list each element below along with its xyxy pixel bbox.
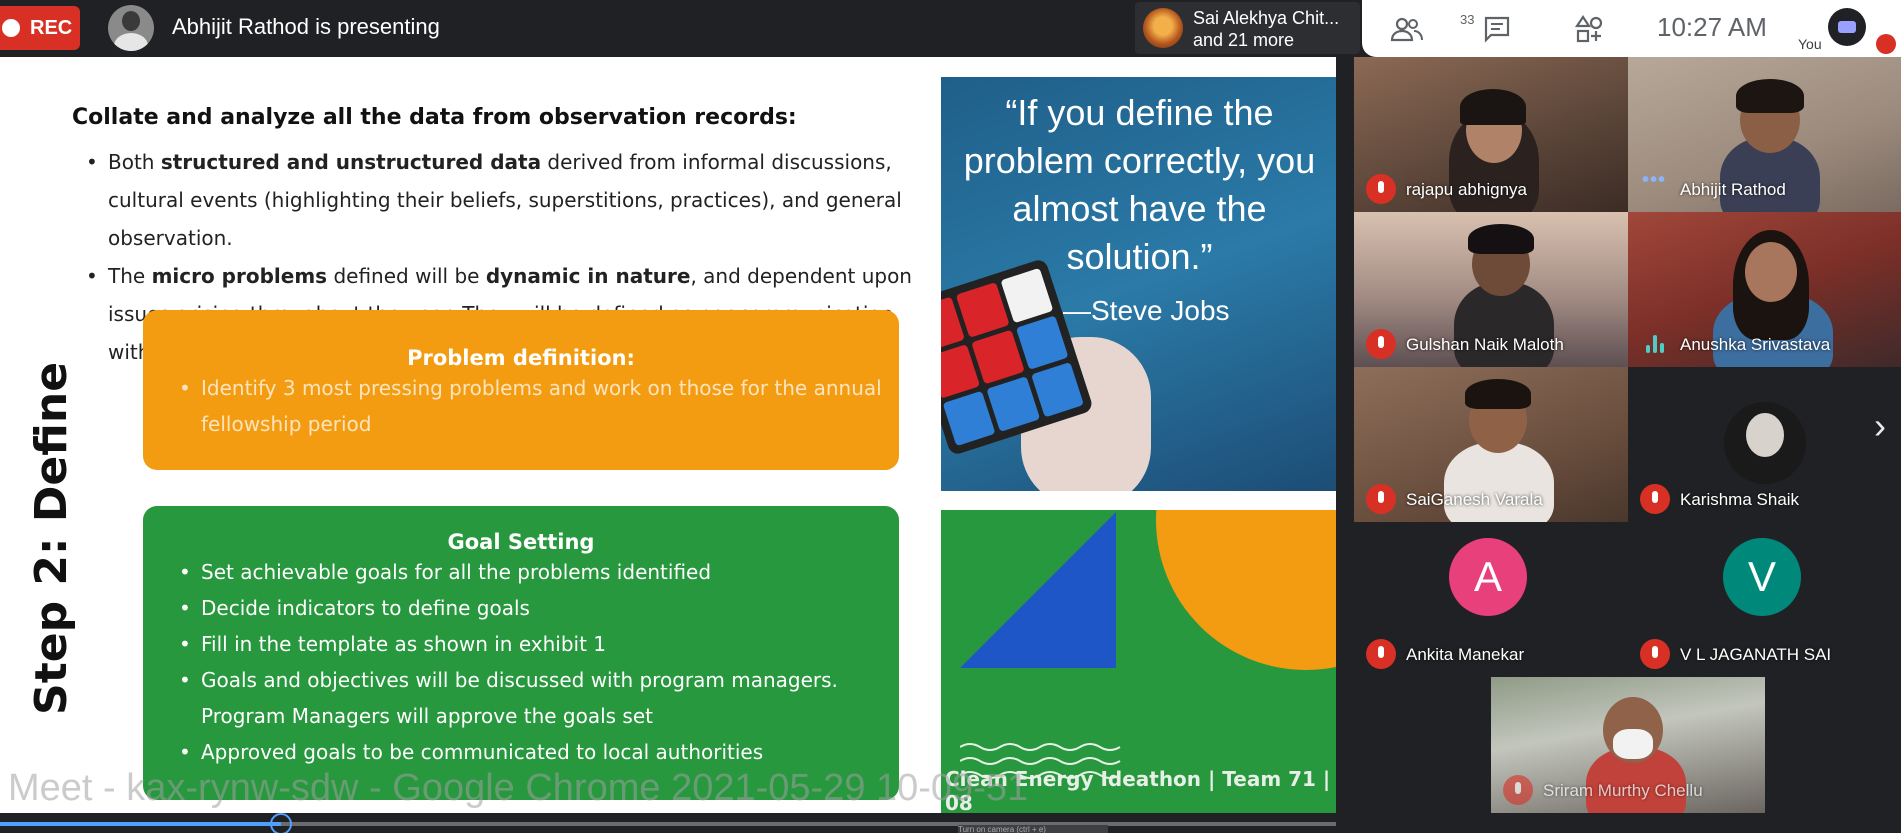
presenting-text: Abhijit Rathod is presenting bbox=[172, 14, 440, 39]
orange-circle bbox=[1156, 510, 1336, 670]
participant-name: rajapu abhignya bbox=[1406, 180, 1527, 199]
participant-tile[interactable]: Anushka Srivastava bbox=[1628, 212, 1901, 367]
participant-tile[interactable]: Gulshan Naik Maloth bbox=[1354, 212, 1628, 367]
clock: 10:27 AM bbox=[1657, 12, 1767, 42]
other-participants-chip[interactable]: Sai Alekhya Chit... and 21 more bbox=[1135, 2, 1360, 54]
list-item: Both structured and unstructured data de… bbox=[86, 143, 936, 257]
mic-off-icon bbox=[1366, 329, 1396, 359]
avatar: A bbox=[1449, 538, 1527, 616]
presentation-slide: Collate and analyze all the data from ob… bbox=[0, 57, 1336, 813]
list-item: Fill in the template as shown in exhibit… bbox=[179, 626, 899, 662]
problem-box-title: Problem definition: bbox=[407, 346, 635, 370]
participant-tile[interactable]: Sriram Murthy Chellu bbox=[1491, 677, 1765, 813]
people-icon bbox=[1390, 17, 1423, 41]
participant-avatar bbox=[1143, 8, 1183, 48]
participant-name: Sriram Murthy Chellu bbox=[1543, 781, 1703, 800]
mic-off-icon bbox=[1640, 484, 1670, 514]
record-dot-icon bbox=[2, 19, 20, 37]
you-label: You bbox=[1798, 36, 1822, 52]
participant-tile[interactable]: Karishma Shaik bbox=[1628, 367, 1901, 522]
participant-name: Abhijit Rathod bbox=[1680, 180, 1786, 199]
camera-tooltip: Turn on camera (ctrl + e) bbox=[958, 825, 1108, 833]
bullet-bold: structured and unstructured data bbox=[160, 150, 542, 174]
goal-box-title: Goal Setting bbox=[447, 530, 595, 554]
participant-name: SaiGanesh Varala bbox=[1406, 490, 1543, 509]
participant-tile[interactable]: ••• Abhijit Rathod bbox=[1628, 57, 1901, 212]
rec-label: REC bbox=[30, 16, 73, 39]
participant-name: V L JAGANATH SAI bbox=[1680, 645, 1832, 664]
avatar: V bbox=[1723, 538, 1801, 616]
people-count: 33 bbox=[1460, 12, 1475, 27]
participant-name: Anushka Srivastava bbox=[1680, 335, 1831, 354]
participant-tile[interactable]: V V L JAGANATH SAI bbox=[1628, 522, 1901, 677]
recording-watermark: Meet - kax-rynw-sdw - Google Chrome 2021… bbox=[8, 767, 1029, 809]
activities-button[interactable] bbox=[1574, 0, 1604, 57]
mic-off-icon bbox=[1366, 174, 1396, 204]
playback-progress[interactable] bbox=[0, 813, 1336, 833]
others-name: Sai Alekhya Chit... bbox=[1193, 8, 1340, 28]
chat-icon bbox=[1484, 16, 1510, 43]
chat-button[interactable] bbox=[1483, 0, 1511, 57]
chevron-right-icon[interactable]: › bbox=[1874, 405, 1894, 446]
people-button[interactable] bbox=[1390, 0, 1424, 57]
bullet-text: Both bbox=[108, 150, 161, 174]
list-item: Goals and objectives will be discussed w… bbox=[179, 662, 899, 734]
participant-name: Karishma Shaik bbox=[1680, 490, 1800, 509]
mic-off-icon bbox=[1366, 639, 1396, 669]
mic-off-icon bbox=[1640, 639, 1670, 669]
recording-badge: REC bbox=[0, 6, 80, 50]
list-item: Identify 3 most pressing problems and wo… bbox=[179, 370, 899, 442]
problem-definition-box: Problem definition: Identify 3 most pres… bbox=[143, 310, 899, 470]
participant-grid: rajapu abhignya ••• Abhijit Rathod Gulsh… bbox=[1354, 57, 1901, 833]
progress-handle[interactable] bbox=[269, 813, 292, 833]
mic-off-icon bbox=[1366, 484, 1396, 514]
meet-window: REC Abhijit Rathod is presenting Sai Ale… bbox=[0, 0, 1901, 833]
speaking-wave-icon bbox=[1646, 335, 1666, 353]
top-bar: REC Abhijit Rathod is presenting Sai Ale… bbox=[0, 0, 1901, 57]
participant-tile[interactable]: SaiGanesh Varala bbox=[1354, 367, 1628, 522]
mic-off-icon bbox=[1876, 34, 1896, 54]
blue-triangle bbox=[960, 512, 1116, 668]
more-dots-icon: ••• bbox=[1642, 169, 1667, 191]
others-count: and 21 more bbox=[1193, 30, 1295, 50]
quote-image: “If you define the problem correctly, yo… bbox=[941, 77, 1336, 491]
list-item: Set achievable goals for all the problem… bbox=[179, 554, 899, 590]
presenter-avatar bbox=[108, 5, 154, 51]
quote-author: —Steve Jobs bbox=[1063, 295, 1230, 326]
progress-fill bbox=[0, 822, 281, 826]
self-avatar[interactable] bbox=[1828, 8, 1866, 46]
participant-tile[interactable]: rajapu abhignya bbox=[1354, 57, 1628, 212]
bullet-text: The bbox=[108, 264, 152, 288]
quote-text: “If you define the problem correctly, yo… bbox=[963, 92, 1316, 277]
participant-tile[interactable]: A Ankita Manekar bbox=[1354, 522, 1628, 677]
participant-name: Gulshan Naik Maloth bbox=[1406, 335, 1564, 354]
list-item: Decide indicators to define goals bbox=[179, 590, 899, 626]
step-title: Step 2: Define bbox=[26, 361, 77, 715]
bullet-text: defined will be bbox=[327, 264, 486, 288]
slide-heading: Collate and analyze all the data from ob… bbox=[72, 105, 797, 130]
bullet-bold: micro problems bbox=[151, 264, 328, 288]
participant-name: Ankita Manekar bbox=[1406, 645, 1525, 664]
activities-icon bbox=[1574, 14, 1603, 42]
list-item: Approved goals to be communicated to loc… bbox=[179, 734, 899, 770]
goal-setting-box: Goal Setting Set achievable goals for al… bbox=[143, 506, 899, 800]
bullet-bold: dynamic in nature bbox=[485, 264, 691, 288]
mic-off-icon bbox=[1503, 775, 1533, 805]
